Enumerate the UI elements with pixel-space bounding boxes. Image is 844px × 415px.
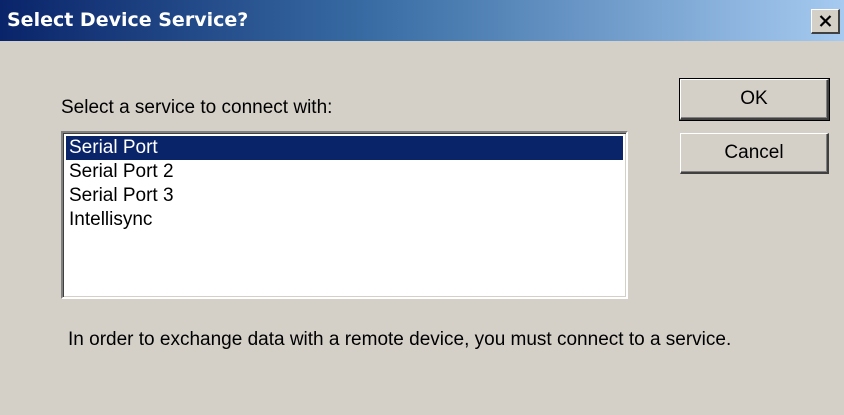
select-device-service-dialog: Select Device Service? Select a service … — [0, 0, 844, 415]
service-prompt-label: Select a service to connect with: — [61, 97, 333, 118]
list-item-intellisync[interactable]: Intellisync — [66, 208, 623, 232]
close-button[interactable] — [811, 9, 840, 34]
ok-button[interactable]: OK — [679, 78, 830, 121]
close-icon — [819, 15, 832, 27]
cancel-button[interactable]: Cancel — [680, 133, 829, 174]
list-item-serial-port-3[interactable]: Serial Port 3 — [66, 184, 623, 208]
service-listbox[interactable]: Serial Port Serial Port 2 Serial Port 3 … — [61, 131, 628, 299]
window-title: Select Device Service? — [7, 9, 249, 31]
list-item-serial-port-2[interactable]: Serial Port 2 — [66, 160, 623, 184]
service-info-text: In order to exchange data with a remote … — [68, 329, 732, 350]
list-item-serial-port[interactable]: Serial Port — [66, 136, 623, 160]
title-bar[interactable]: Select Device Service? — [0, 0, 844, 41]
